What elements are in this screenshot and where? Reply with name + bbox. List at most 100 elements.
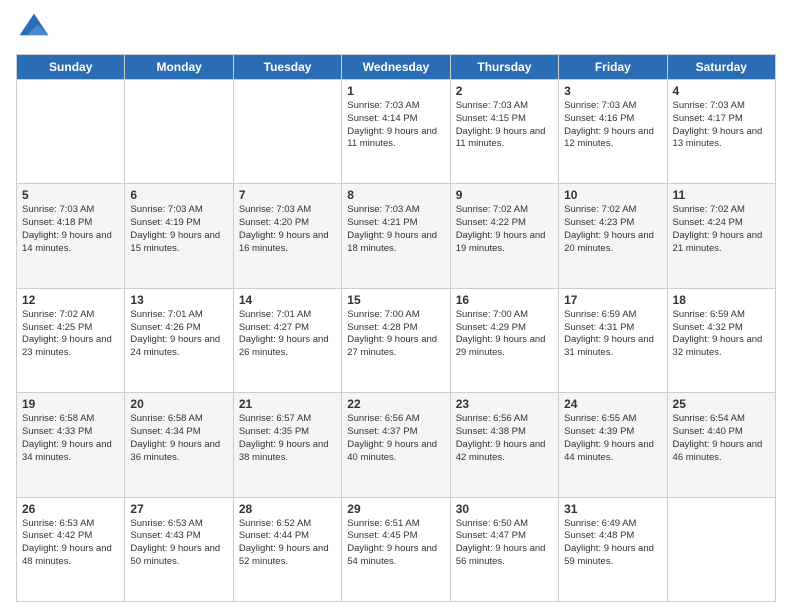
day-number: 30: [456, 502, 553, 516]
calendar-cell: 13 Sunrise: 7:01 AMSunset: 4:26 PMDayligh…: [125, 288, 233, 392]
day-info: Sunrise: 7:01 AMSunset: 4:26 PMDaylight:…: [130, 309, 227, 360]
calendar-cell: 3 Sunrise: 7:03 AMSunset: 4:16 PMDaylight…: [559, 80, 667, 184]
calendar-week-row: 26 Sunrise: 6:53 AMSunset: 4:42 PMDayligh…: [17, 497, 776, 601]
calendar-cell: 6Sunrise: 7:03 AMSunset: 4:19 PMDaylight…: [125, 184, 233, 288]
calendar-cell: 26 Sunrise: 6:53 AMSunset: 4:42 PMDayligh…: [17, 497, 125, 601]
calendar-cell: 16 Sunrise: 7:00 AMSunset: 4:29 PMDayligh…: [450, 288, 558, 392]
day-info: Sunrise: 6:57 AMSunset: 4:35 PMDaylight:…: [239, 413, 336, 464]
day-info: Sunrise: 6:51 AMSunset: 4:45 PMDaylight:…: [347, 518, 444, 569]
day-number: 7: [239, 188, 336, 202]
calendar-cell: 22Sunrise: 6:56 AMSunset: 4:37 PMDayligh…: [342, 393, 450, 497]
day-info: Sunrise: 7:03 AMSunset: 4:21 PMDaylight:…: [347, 204, 444, 255]
day-info: Sunrise: 7:03 AMSunset: 4:19 PMDaylight:…: [130, 204, 227, 255]
day-info: Sunrise: 7:03 AMSunset: 4:17 PMDaylight:…: [673, 100, 770, 151]
calendar-cell: 5 Sunrise: 7:03 AMSunset: 4:18 PMDaylight…: [17, 184, 125, 288]
day-number: 1: [347, 84, 444, 98]
day-number: 25: [673, 397, 770, 411]
calendar-cell: 29 Sunrise: 6:51 AMSunset: 4:45 PMDayligh…: [342, 497, 450, 601]
day-number: 2: [456, 84, 553, 98]
day-info: Sunrise: 7:03 AMSunset: 4:20 PMDaylight:…: [239, 204, 336, 255]
calendar-cell: 4Sunrise: 7:03 AMSunset: 4:17 PMDaylight…: [667, 80, 775, 184]
day-info: Sunrise: 7:02 AMSunset: 4:22 PMDaylight:…: [456, 204, 553, 255]
calendar-cell: 19Sunrise: 6:58 AMSunset: 4:33 PMDayligh…: [17, 393, 125, 497]
day-info: Sunrise: 7:03 AMSunset: 4:16 PMDaylight:…: [564, 100, 661, 151]
day-info: Sunrise: 6:52 AMSunset: 4:44 PMDaylight:…: [239, 518, 336, 569]
day-info: Sunrise: 6:56 AMSunset: 4:38 PMDaylight:…: [456, 413, 553, 464]
calendar-cell: 31 Sunrise: 6:49 AMSunset: 4:48 PMDayligh…: [559, 497, 667, 601]
day-number: 9: [456, 188, 553, 202]
logo-icon: [16, 10, 52, 46]
day-number: 14: [239, 293, 336, 307]
calendar: SundayMondayTuesdayWednesdayThursdayFrid…: [16, 54, 776, 602]
day-info: Sunrise: 7:02 AMSunset: 4:24 PMDaylight:…: [673, 204, 770, 255]
day-info: Sunrise: 7:00 AMSunset: 4:29 PMDaylight:…: [456, 309, 553, 360]
day-number: 3: [564, 84, 661, 98]
calendar-cell: [233, 80, 341, 184]
day-number: 18: [673, 293, 770, 307]
day-number: 16: [456, 293, 553, 307]
header: [16, 10, 776, 46]
day-number: 5: [22, 188, 119, 202]
day-info: Sunrise: 6:49 AMSunset: 4:48 PMDaylight:…: [564, 518, 661, 569]
day-info: Sunrise: 6:55 AMSunset: 4:39 PMDaylight:…: [564, 413, 661, 464]
day-info: Sunrise: 6:59 AMSunset: 4:32 PMDaylight:…: [673, 309, 770, 360]
calendar-cell: 1 Sunrise: 7:03 AMSunset: 4:14 PMDaylight…: [342, 80, 450, 184]
calendar-cell: 9 Sunrise: 7:02 AMSunset: 4:22 PMDaylight…: [450, 184, 558, 288]
weekday-header: Friday: [559, 55, 667, 80]
day-info: Sunrise: 7:00 AMSunset: 4:28 PMDaylight:…: [347, 309, 444, 360]
calendar-week-row: 12 Sunrise: 7:02 AMSunset: 4:25 PMDayligh…: [17, 288, 776, 392]
day-info: Sunrise: 6:58 AMSunset: 4:34 PMDaylight:…: [130, 413, 227, 464]
day-number: 20: [130, 397, 227, 411]
calendar-cell: 10Sunrise: 7:02 AMSunset: 4:23 PMDayligh…: [559, 184, 667, 288]
weekday-header: Wednesday: [342, 55, 450, 80]
calendar-cell: 23 Sunrise: 6:56 AMSunset: 4:38 PMDayligh…: [450, 393, 558, 497]
day-number: 29: [347, 502, 444, 516]
day-number: 17: [564, 293, 661, 307]
day-number: 8: [347, 188, 444, 202]
logo: [16, 10, 56, 46]
day-info: Sunrise: 7:03 AMSunset: 4:14 PMDaylight:…: [347, 100, 444, 151]
calendar-cell: 27Sunrise: 6:53 AMSunset: 4:43 PMDayligh…: [125, 497, 233, 601]
day-number: 23: [456, 397, 553, 411]
day-number: 31: [564, 502, 661, 516]
day-number: 27: [130, 502, 227, 516]
day-info: Sunrise: 6:58 AMSunset: 4:33 PMDaylight:…: [22, 413, 119, 464]
day-number: 26: [22, 502, 119, 516]
day-info: Sunrise: 6:59 AMSunset: 4:31 PMDaylight:…: [564, 309, 661, 360]
day-info: Sunrise: 7:03 AMSunset: 4:15 PMDaylight:…: [456, 100, 553, 151]
calendar-cell: 21Sunrise: 6:57 AMSunset: 4:35 PMDayligh…: [233, 393, 341, 497]
day-number: 28: [239, 502, 336, 516]
day-info: Sunrise: 6:54 AMSunset: 4:40 PMDaylight:…: [673, 413, 770, 464]
day-number: 13: [130, 293, 227, 307]
weekday-header-row: SundayMondayTuesdayWednesdayThursdayFrid…: [17, 55, 776, 80]
day-number: 24: [564, 397, 661, 411]
day-info: Sunrise: 7:02 AMSunset: 4:25 PMDaylight:…: [22, 309, 119, 360]
calendar-cell: 2 Sunrise: 7:03 AMSunset: 4:15 PMDaylight…: [450, 80, 558, 184]
calendar-cell: [125, 80, 233, 184]
day-info: Sunrise: 7:03 AMSunset: 4:18 PMDaylight:…: [22, 204, 119, 255]
calendar-week-row: 5 Sunrise: 7:03 AMSunset: 4:18 PMDaylight…: [17, 184, 776, 288]
calendar-week-row: 1 Sunrise: 7:03 AMSunset: 4:14 PMDaylight…: [17, 80, 776, 184]
calendar-cell: 15 Sunrise: 7:00 AMSunset: 4:28 PMDayligh…: [342, 288, 450, 392]
calendar-cell: 11Sunrise: 7:02 AMSunset: 4:24 PMDayligh…: [667, 184, 775, 288]
weekday-header: Tuesday: [233, 55, 341, 80]
day-info: Sunrise: 7:02 AMSunset: 4:23 PMDaylight:…: [564, 204, 661, 255]
day-number: 12: [22, 293, 119, 307]
calendar-cell: 18 Sunrise: 6:59 AMSunset: 4:32 PMDayligh…: [667, 288, 775, 392]
weekday-header: Thursday: [450, 55, 558, 80]
calendar-cell: [17, 80, 125, 184]
calendar-cell: 17 Sunrise: 6:59 AMSunset: 4:31 PMDayligh…: [559, 288, 667, 392]
weekday-header: Sunday: [17, 55, 125, 80]
calendar-cell: 30Sunrise: 6:50 AMSunset: 4:47 PMDayligh…: [450, 497, 558, 601]
calendar-cell: 12 Sunrise: 7:02 AMSunset: 4:25 PMDayligh…: [17, 288, 125, 392]
calendar-cell: 8 Sunrise: 7:03 AMSunset: 4:21 PMDaylight…: [342, 184, 450, 288]
page: SundayMondayTuesdayWednesdayThursdayFrid…: [0, 0, 792, 612]
calendar-week-row: 19Sunrise: 6:58 AMSunset: 4:33 PMDayligh…: [17, 393, 776, 497]
weekday-header: Saturday: [667, 55, 775, 80]
day-info: Sunrise: 6:53 AMSunset: 4:42 PMDaylight:…: [22, 518, 119, 569]
calendar-cell: 25 Sunrise: 6:54 AMSunset: 4:40 PMDayligh…: [667, 393, 775, 497]
day-info: Sunrise: 6:56 AMSunset: 4:37 PMDaylight:…: [347, 413, 444, 464]
day-info: Sunrise: 7:01 AMSunset: 4:27 PMDaylight:…: [239, 309, 336, 360]
day-number: 15: [347, 293, 444, 307]
calendar-cell: 14 Sunrise: 7:01 AMSunset: 4:27 PMDayligh…: [233, 288, 341, 392]
